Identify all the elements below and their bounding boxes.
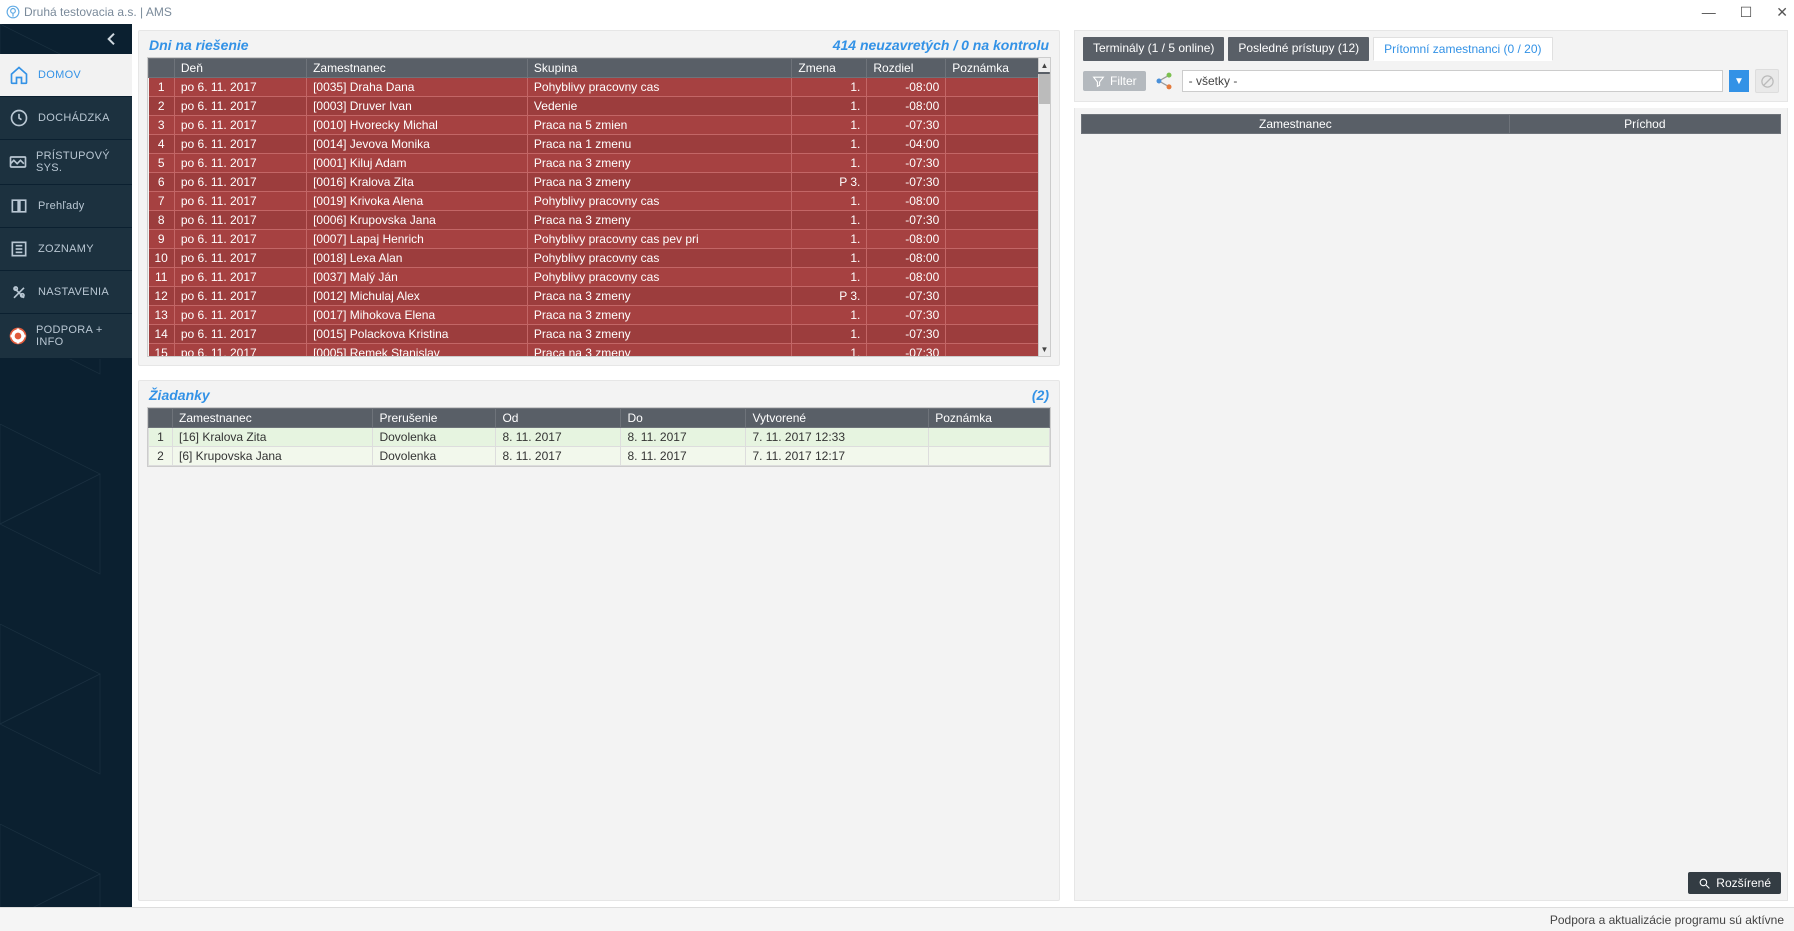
table-row[interactable]: 3po 6. 11. 2017[0010] Hvorecky MichalPra… <box>149 116 1050 135</box>
table-row[interactable]: 14po 6. 11. 2017[0015] Polackova Kristin… <box>149 325 1050 344</box>
tab[interactable]: Posledné prístupy (12) <box>1228 37 1369 61</box>
panel-ziadanky: Žiadanky (2) ZamestnanecPrerušenieOdDoVy… <box>138 380 1060 901</box>
scrollbar[interactable] <box>1038 74 1050 356</box>
sidebar-label: PODPORA + INFO <box>36 324 124 348</box>
table-row[interactable]: 2[6] Krupovska JanaDovolenka8. 11. 20178… <box>149 447 1050 466</box>
window-title: Druhá testovacia a.s. | AMS <box>24 5 172 19</box>
table-row[interactable]: 1[16] Kralova ZitaDovolenka8. 11. 20178.… <box>149 428 1050 447</box>
clear-button[interactable] <box>1755 69 1779 93</box>
col-header[interactable]: Poznámka <box>929 409 1050 428</box>
table-row[interactable]: 7po 6. 11. 2017[0019] Krivoka AlenaPohyb… <box>149 192 1050 211</box>
table-row[interactable]: 1po 6. 11. 2017[0035] Draha DanaPohybliv… <box>149 78 1050 97</box>
filter-button[interactable]: Filter <box>1083 71 1146 91</box>
clock-icon <box>8 107 30 129</box>
col-header[interactable]: Vytvorené <box>746 409 929 428</box>
sidebar-item-home[interactable]: DOMOV <box>0 54 132 97</box>
support-icon <box>8 325 28 347</box>
col-header[interactable]: Prerušenie <box>373 409 496 428</box>
sidebar-item-reports[interactable]: Prehľady <box>0 185 132 228</box>
table-row[interactable]: 5po 6. 11. 2017[0001] Kiluj AdamPraca na… <box>149 154 1050 173</box>
table-row[interactable]: 11po 6. 11. 2017[0037] Malý JánPohyblivy… <box>149 268 1050 287</box>
right-tabs: Terminály (1 / 5 online)Posledné prístup… <box>1074 30 1788 61</box>
magnify-icon <box>1698 877 1711 890</box>
sidebar-label: NASTAVENIA <box>38 286 109 298</box>
dni-table[interactable]: DeňZamestnanecSkupinaZmenaRozdielPoznámk… <box>148 58 1050 357</box>
no-entry-icon <box>1760 74 1775 89</box>
col-header[interactable]: Skupina <box>527 59 792 78</box>
window-close[interactable]: ✕ <box>1776 4 1788 21</box>
lists-icon <box>8 238 30 260</box>
sidebar-label: DOMOV <box>38 69 81 81</box>
sidebar-label: ZOZNAMY <box>38 243 94 255</box>
table-row[interactable]: 2po 6. 11. 2017[0003] Druver IvanVedenie… <box>149 97 1050 116</box>
ziad-title: Žiadanky <box>149 387 210 403</box>
col-header[interactable]: Od <box>496 409 621 428</box>
expand-button[interactable]: Rozšírené <box>1688 872 1781 894</box>
col-header[interactable]: Zmena <box>792 59 867 78</box>
sidebar-collapse[interactable] <box>0 24 132 54</box>
filter-label: Filter <box>1110 74 1137 88</box>
col-header[interactable]: Rozdiel <box>867 59 946 78</box>
table-row[interactable]: 15po 6. 11. 2017[0005] Remek StanislavPr… <box>149 344 1050 358</box>
window-minimize[interactable]: — <box>1702 4 1716 21</box>
table-row[interactable]: 10po 6. 11. 2017[0018] Lexa AlanPohybliv… <box>149 249 1050 268</box>
sidebar: DOMOV DOCHÁDZKA PRÍSTUPOVÝ SYS. Prehľady ZOZ… <box>0 24 132 907</box>
dni-summary: 414 neuzavretých / 0 na kontrolu <box>833 37 1049 53</box>
reports-icon <box>8 195 30 217</box>
filter-bar: Filter - všetky - ▼ <box>1074 61 1788 102</box>
table-row[interactable]: 13po 6. 11. 2017[0017] Mihokova ElenaPra… <box>149 306 1050 325</box>
col-header[interactable]: Deň <box>174 59 306 78</box>
col-header[interactable]: Zamestnanec <box>307 59 528 78</box>
access-icon <box>8 151 28 173</box>
scroll-down[interactable]: ▼ <box>1038 342 1050 356</box>
sidebar-label: PRÍSTUPOVÝ SYS. <box>36 150 124 174</box>
col-header[interactable]: Poznámka <box>946 59 1050 78</box>
ziad-table[interactable]: ZamestnanecPrerušenieOdDoVytvorenéPoznám… <box>148 408 1050 466</box>
table-row[interactable]: 9po 6. 11. 2017[0007] Lapaj HenrichPohyb… <box>149 230 1050 249</box>
filter-icon <box>1092 75 1105 88</box>
ziad-count: (2) <box>1032 387 1049 403</box>
table-row[interactable]: 4po 6. 11. 2017[0014] Jevova MonikaPraca… <box>149 135 1050 154</box>
settings-icon <box>8 281 30 303</box>
dni-title: Dni na riešenie <box>149 37 249 53</box>
table-row[interactable]: 12po 6. 11. 2017[0012] Michulaj AlexPrac… <box>149 287 1050 306</box>
titlebar: Druhá testovacia a.s. | AMS — ☐ ✕ <box>0 0 1794 24</box>
share-icon[interactable] <box>1152 69 1176 93</box>
filter-select[interactable]: - všetky - <box>1182 70 1723 92</box>
col-header[interactable]: Príchod <box>1509 115 1780 134</box>
sidebar-item-access[interactable]: PRÍSTUPOVÝ SYS. <box>0 140 132 185</box>
table-row[interactable]: 6po 6. 11. 2017[0016] Kralova ZitaPraca … <box>149 173 1050 192</box>
sidebar-item-lists[interactable]: ZOZNAMY <box>0 228 132 271</box>
scroll-up[interactable]: ▲ <box>1038 58 1050 72</box>
sidebar-label: DOCHÁDZKA <box>38 112 110 124</box>
tab[interactable]: Prítomní zamestnanci (0 / 20) <box>1373 37 1552 61</box>
statusbar: Podpora a aktualizácie programu sú aktív… <box>0 907 1794 931</box>
col-header[interactable]: Do <box>621 409 746 428</box>
table-row[interactable]: 8po 6. 11. 2017[0006] Krupovska JanaPrac… <box>149 211 1050 230</box>
tab[interactable]: Terminály (1 / 5 online) <box>1083 37 1224 61</box>
sidebar-label: Prehľady <box>38 200 85 212</box>
status-text: Podpora a aktualizácie programu sú aktív… <box>1550 913 1784 927</box>
col-header[interactable]: Zamestnanec <box>1082 115 1510 134</box>
home-icon <box>8 64 30 86</box>
presence-table[interactable]: ZamestnanecPríchod <box>1081 114 1781 134</box>
expand-label: Rozšírené <box>1716 876 1771 890</box>
select-dropdown[interactable]: ▼ <box>1729 70 1749 92</box>
panel-dni: Dni na riešenie 414 neuzavretých / 0 na … <box>138 30 1060 366</box>
col-header[interactable]: Zamestnanec <box>173 409 373 428</box>
sidebar-item-clock[interactable]: DOCHÁDZKA <box>0 97 132 140</box>
sidebar-item-support[interactable]: PODPORA + INFO <box>0 314 132 359</box>
app-icon <box>6 5 20 19</box>
window-maximize[interactable]: ☐ <box>1740 4 1753 21</box>
sidebar-item-settings[interactable]: NASTAVENIA <box>0 271 132 314</box>
